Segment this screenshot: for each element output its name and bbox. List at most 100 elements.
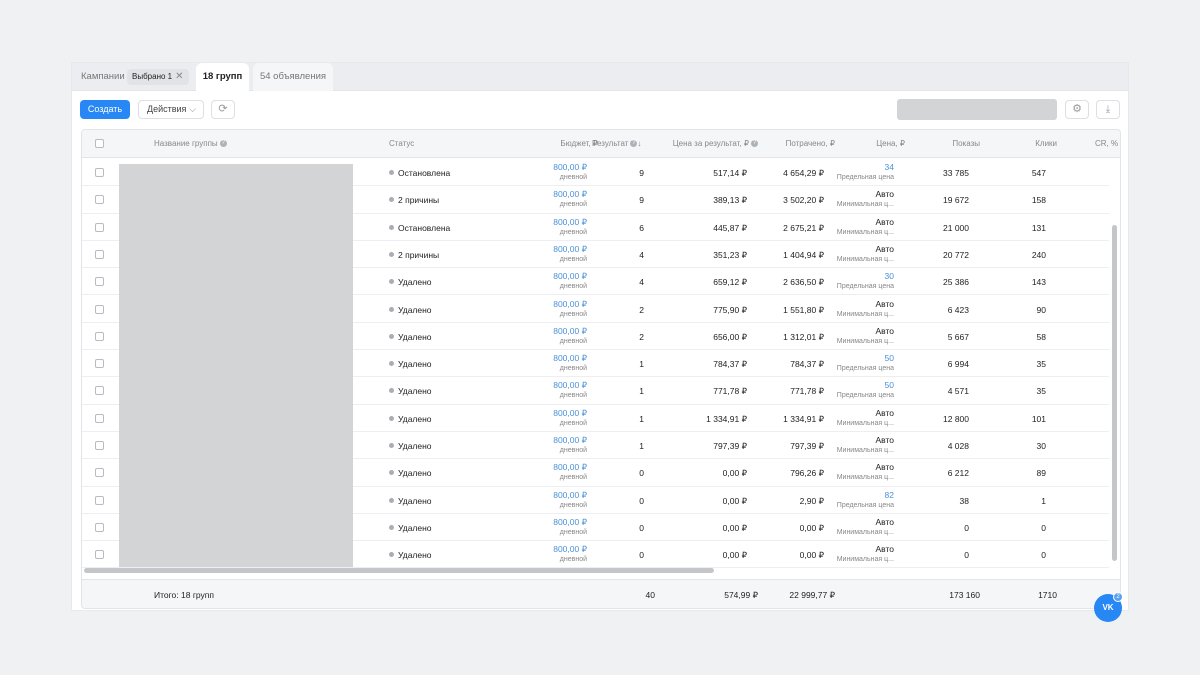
status-text: Остановлена [398,222,451,233]
horizontal-scrollbar[interactable] [84,568,714,573]
price-value[interactable]: 82 [885,490,894,500]
impressions-value: 0 [964,522,969,533]
spent-value: 771,78 ₽ [790,386,824,397]
result-value: 1 [639,413,644,424]
selected-filter-label: Выбрано 1 [132,72,173,81]
row-checkbox[interactable] [95,304,104,314]
price-value[interactable]: 50 [885,353,894,363]
spent-value: 796,26 ₽ [790,468,824,479]
spent-value: 1 312,01 ₽ [783,331,824,342]
budget-link[interactable]: 800,00 ₽ [553,326,587,337]
row-checkbox[interactable] [95,413,104,423]
budget-link[interactable]: 800,00 ₽ [553,490,587,501]
impressions-value: 25 386 [943,277,969,288]
impressions-value: 6 994 [947,359,969,370]
status-text: 2 причины [398,249,440,260]
tab-ads-label: 54 объявления [259,71,327,82]
row-checkbox[interactable] [95,168,104,177]
tab-groups[interactable]: 18 групп [196,63,249,92]
create-button[interactable]: Создать [80,100,130,119]
budget-link[interactable]: 800,00 ₽ [553,408,587,419]
impressions-value: 21 000 [943,222,969,233]
status-text: Удалено [398,550,432,561]
budget-link[interactable]: 800,00 ₽ [553,189,587,200]
row-checkbox[interactable] [95,386,104,396]
header-status[interactable]: Статус [389,130,414,158]
header-impressions[interactable]: Показы [952,130,980,158]
header-clicks[interactable]: Клики [1035,130,1057,158]
chevron-down-icon: ⌵ [189,104,196,114]
budget-link[interactable]: 800,00 ₽ [553,544,587,555]
budget-link[interactable]: 800,00 ₽ [553,271,587,282]
select-all-checkbox[interactable] [95,139,104,148]
status-text: Удалено [398,386,432,397]
header-name[interactable]: Название группы? [154,130,227,158]
cost-per-result-value: 656,00 ₽ [713,331,747,342]
row-checkbox[interactable] [95,495,104,505]
status-dot-icon [389,170,394,175]
row-checkbox[interactable] [95,249,104,259]
actions-dropdown[interactable]: Действия ⌵ [138,100,204,119]
row-checkbox[interactable] [95,522,104,532]
result-value: 0 [639,468,644,479]
toolbar: Создать Действия ⌵ ⟳ ⚙ ⤓ [72,92,1128,128]
price-value: Авто [875,243,894,254]
row-checkbox[interactable] [95,550,104,560]
header-cr[interactable]: CR, % [1095,130,1118,158]
row-checkbox[interactable] [95,331,104,341]
cost-per-result-value: 389,13 ₽ [713,195,747,206]
status-dot-icon [389,279,394,285]
budget-link[interactable]: 800,00 ₽ [553,462,587,473]
spent-value: 0,00 ₽ [799,522,824,533]
header-price[interactable]: Цена, ₽ [876,130,905,158]
download-button[interactable]: ⤓ [1096,100,1120,119]
help-icon[interactable]: ? [751,140,758,148]
price-value[interactable]: 30 [885,271,894,281]
tab-campaigns[interactable]: Кампании [73,63,133,91]
close-icon[interactable]: ✕ [175,71,183,82]
cost-per-result-value: 445,87 ₽ [713,222,747,233]
price-value: Авто [875,516,894,527]
status-dot-icon [389,388,394,394]
row-checkbox[interactable] [95,195,104,205]
budget-link[interactable]: 800,00 ₽ [553,517,587,528]
impressions-value: 6 423 [947,304,969,315]
refresh-button[interactable]: ⟳ [211,100,235,119]
selected-filter-chip[interactable]: Выбрано 1 ✕ [127,69,189,85]
price-type: Минимальная ц... [836,255,894,263]
search-input[interactable] [897,99,1057,120]
budget-link[interactable]: 800,00 ₽ [553,244,587,255]
header-result[interactable]: Результат? ↓ [592,130,641,158]
price-type: Минимальная ц... [836,474,894,482]
header-spent[interactable]: Потрачено, ₽ [786,130,835,158]
header-cost-per-result[interactable]: Цена за результат, ₽? [673,130,758,158]
app-window: Кампании Выбрано 1 ✕ 18 групп 54 объявлен… [71,62,1129,611]
impressions-value: 12 800 [943,413,969,424]
row-checkbox[interactable] [95,277,104,287]
price-type: Минимальная ц... [836,337,894,345]
help-icon[interactable]: ? [219,140,227,148]
price-type: Предельная цена [836,365,894,373]
impressions-value: 6 212 [947,468,969,479]
row-checkbox[interactable] [95,359,104,369]
tab-ads[interactable]: 54 объявления [253,63,333,91]
vertical-scrollbar[interactable] [1112,225,1117,561]
price-value[interactable]: 34 [885,162,894,172]
settings-button[interactable]: ⚙ [1065,100,1089,119]
row-checkbox[interactable] [95,222,104,232]
cost-per-result-value: 1 334,91 ₽ [706,413,747,424]
group-names-redacted [119,164,353,567]
budget-link[interactable]: 800,00 ₽ [553,217,587,228]
price-value[interactable]: 50 [885,380,894,390]
clicks-value: 547 [1031,168,1046,178]
budget-link[interactable]: 800,00 ₽ [553,435,587,446]
budget-link[interactable]: 800,00 ₽ [553,299,587,310]
budget-link[interactable]: 800,00 ₽ [553,380,587,391]
price-value: Авто [875,189,894,200]
budget-link[interactable]: 800,00 ₽ [553,162,587,173]
budget-link[interactable]: 800,00 ₽ [553,353,587,364]
row-checkbox[interactable] [95,441,104,450]
budget-type: дневной [559,310,587,318]
row-checkbox[interactable] [95,468,104,478]
status-text: Остановлена [398,168,451,178]
